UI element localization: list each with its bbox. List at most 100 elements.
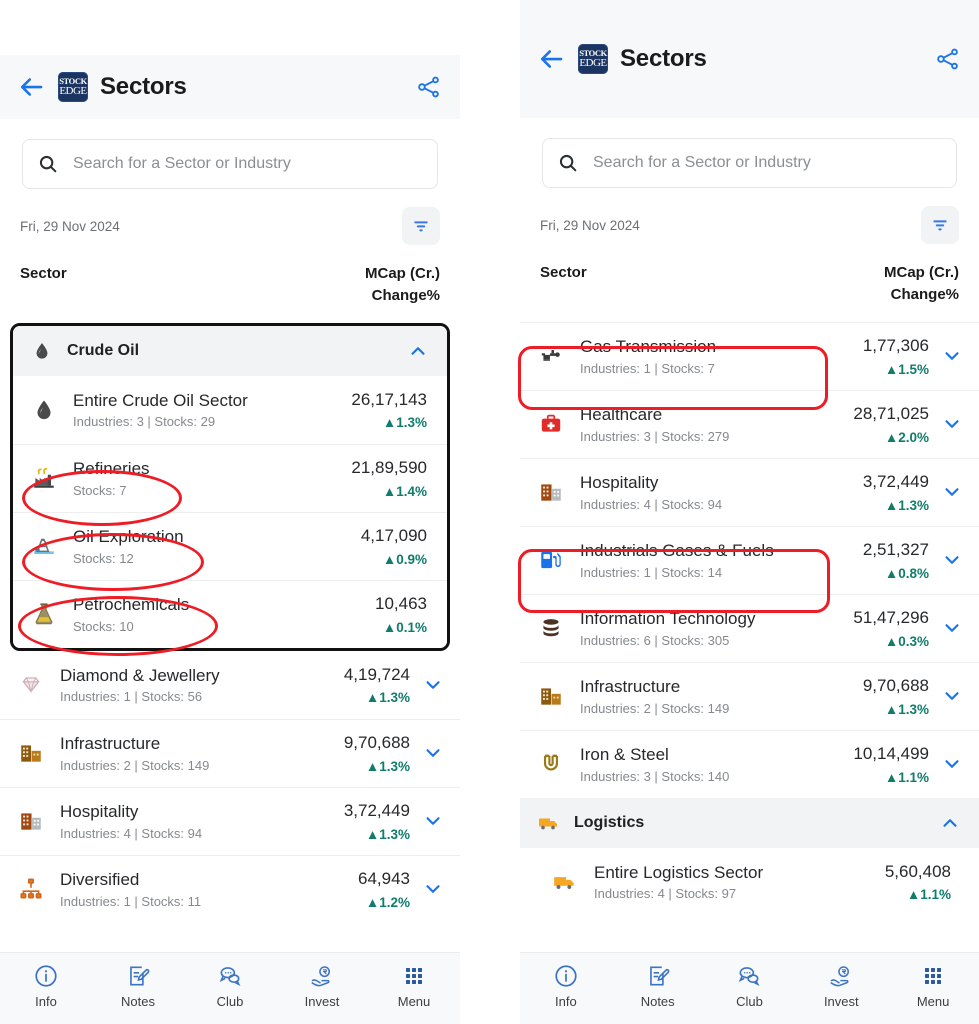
row-mcap: 64,943 — [308, 868, 410, 890]
row-subtitle: Industries: 4 | Stocks: 94 — [580, 497, 827, 512]
factory-icon — [29, 463, 59, 493]
nav-item-info[interactable]: Info — [9, 961, 83, 1009]
stockedge-logo: STOCK EDGE — [578, 44, 608, 74]
filter-icon[interactable] — [402, 207, 440, 245]
row-change: ▲0.8% — [827, 566, 929, 581]
chevron-down-icon[interactable] — [420, 674, 446, 696]
table-row[interactable]: Refineries Stocks: 7 21,89,590 ▲1.4% — [13, 444, 447, 512]
row-change: ▲0.3% — [827, 634, 929, 649]
group-header-crude-oil[interactable]: Crude Oil — [13, 326, 447, 376]
row-mcap: 9,70,688 — [827, 675, 929, 697]
nav-label: Club — [736, 994, 763, 1009]
search-area-right — [520, 118, 979, 188]
table-row[interactable]: Oil Exploration Stocks: 12 4,17,090 ▲0.9… — [13, 512, 447, 580]
bottom-nav-right: Info Notes Club Invest — [520, 952, 979, 1024]
nav-item-notes[interactable]: Notes — [101, 961, 175, 1009]
table-row[interactable]: Hospitality Industries: 4 | Stocks: 94 3… — [520, 458, 979, 526]
note-pencil-icon — [125, 961, 151, 991]
nav-item-club[interactable]: Club — [712, 961, 786, 1009]
table-row[interactable]: Diversified Industries: 1 | Stocks: 11 6… — [0, 855, 460, 923]
table-row[interactable]: Diamond & Jewellery Industries: 1 | Stoc… — [0, 651, 460, 719]
share-icon[interactable] — [935, 46, 961, 72]
nav-item-club[interactable]: Club — [193, 961, 267, 1009]
row-title: Refineries — [73, 458, 315, 479]
nav-label: Invest — [824, 994, 859, 1009]
row-subtitle: Industries: 1 | Stocks: 56 — [60, 689, 308, 704]
nav-item-info[interactable]: Info — [529, 961, 603, 1009]
row-mcap: 51,47,296 — [827, 607, 929, 629]
sector-list-right: Gas Transmission Industries: 1 | Stocks:… — [520, 322, 979, 916]
row-subtitle: Industries: 4 | Stocks: 94 — [60, 826, 308, 841]
table-row[interactable]: Hospitality Industries: 4 | Stocks: 94 3… — [0, 787, 460, 855]
row-title: Hospitality — [60, 801, 308, 822]
nav-item-menu[interactable]: Menu — [896, 961, 970, 1009]
chevron-down-icon[interactable] — [420, 742, 446, 764]
fuel-pump-icon — [536, 545, 566, 575]
back-arrow-icon[interactable] — [16, 72, 46, 102]
search-icon — [37, 153, 59, 175]
table-row[interactable]: Entire Crude Oil Sector Industries: 3 | … — [13, 376, 447, 444]
table-row[interactable]: Healthcare Industries: 3 | Stocks: 279 2… — [520, 390, 979, 458]
row-change: ▲1.3% — [308, 759, 410, 774]
row-subtitle: Industries: 3 | Stocks: 140 — [580, 769, 827, 784]
table-row[interactable]: Information Technology Industries: 6 | S… — [520, 594, 979, 662]
row-subtitle: Stocks: 12 — [73, 551, 315, 566]
screenshot-stage: STOCK EDGE Sectors Fri, 29 Nov 2024 — [0, 0, 979, 1024]
column-header-change: Change% — [884, 284, 959, 306]
row-change: ▲1.3% — [827, 498, 929, 513]
table-row[interactable]: Entire Logistics Sector Industries: 4 | … — [520, 848, 979, 916]
chevron-down-icon[interactable] — [420, 810, 446, 832]
row-change: ▲1.2% — [308, 895, 410, 910]
search-box[interactable] — [542, 138, 957, 188]
medical-kit-icon — [536, 409, 566, 439]
chevron-down-icon[interactable] — [939, 617, 965, 639]
chevron-down-icon[interactable] — [939, 481, 965, 503]
row-change: ▲1.4% — [315, 484, 427, 499]
search-input[interactable] — [593, 154, 942, 172]
oil-rig-icon — [29, 531, 59, 561]
table-row[interactable]: Petrochemicals Stocks: 10 10,463 ▲0.1% — [13, 580, 447, 648]
table-row[interactable]: Iron & Steel Industries: 3 | Stocks: 140… — [520, 730, 979, 798]
nav-label: Notes — [121, 994, 155, 1009]
oil-drop-icon — [29, 395, 59, 425]
back-arrow-icon[interactable] — [536, 44, 566, 74]
chevron-up-icon[interactable] — [405, 340, 431, 362]
nav-item-notes[interactable]: Notes — [621, 961, 695, 1009]
chevron-down-icon[interactable] — [939, 685, 965, 707]
nav-item-menu[interactable]: Menu — [377, 961, 451, 1009]
chevron-down-icon[interactable] — [939, 753, 965, 775]
database-icon — [536, 613, 566, 643]
column-header-change: Change% — [365, 285, 440, 307]
share-icon[interactable] — [416, 74, 442, 100]
group-title: Logistics — [574, 814, 927, 832]
table-row[interactable]: Industrials Gases & Fuels Industries: 1 … — [520, 526, 979, 594]
search-input[interactable] — [73, 155, 423, 173]
row-title: Entire Logistics Sector — [594, 862, 847, 883]
table-row[interactable]: Gas Transmission Industries: 1 | Stocks:… — [520, 322, 979, 390]
row-subtitle: Industries: 4 | Stocks: 97 — [594, 886, 847, 901]
row-change: ▲1.3% — [315, 415, 427, 430]
nav-item-invest[interactable]: Invest — [285, 961, 359, 1009]
sector-list-left: Crude Oil Entire Crude Oil Sector Indust… — [0, 323, 460, 923]
app-bar-left: STOCK EDGE Sectors — [0, 55, 460, 119]
expanded-sector-card-crude-oil: Crude Oil Entire Crude Oil Sector Indust… — [10, 323, 450, 651]
search-box[interactable] — [22, 139, 438, 189]
row-mcap: 1,77,306 — [827, 335, 929, 357]
table-row[interactable]: Infrastructure Industries: 2 | Stocks: 1… — [520, 662, 979, 730]
chevron-down-icon[interactable] — [939, 549, 965, 571]
chevron-down-icon[interactable] — [939, 345, 965, 367]
date-label: Fri, 29 Nov 2024 — [20, 219, 120, 234]
nav-label: Info — [35, 994, 57, 1009]
stockedge-logo: STOCK EDGE — [58, 72, 88, 102]
row-mcap: 3,72,449 — [827, 471, 929, 493]
chevron-up-icon[interactable] — [937, 812, 963, 834]
filter-icon[interactable] — [921, 206, 959, 244]
truck-icon — [550, 867, 580, 897]
table-row[interactable]: Infrastructure Industries: 2 | Stocks: 1… — [0, 719, 460, 787]
row-title: Oil Exploration — [73, 526, 315, 547]
info-circle-icon — [33, 961, 59, 991]
chevron-down-icon[interactable] — [939, 413, 965, 435]
nav-item-invest[interactable]: Invest — [804, 961, 878, 1009]
group-header-logistics[interactable]: Logistics — [520, 798, 979, 848]
chevron-down-icon[interactable] — [420, 878, 446, 900]
